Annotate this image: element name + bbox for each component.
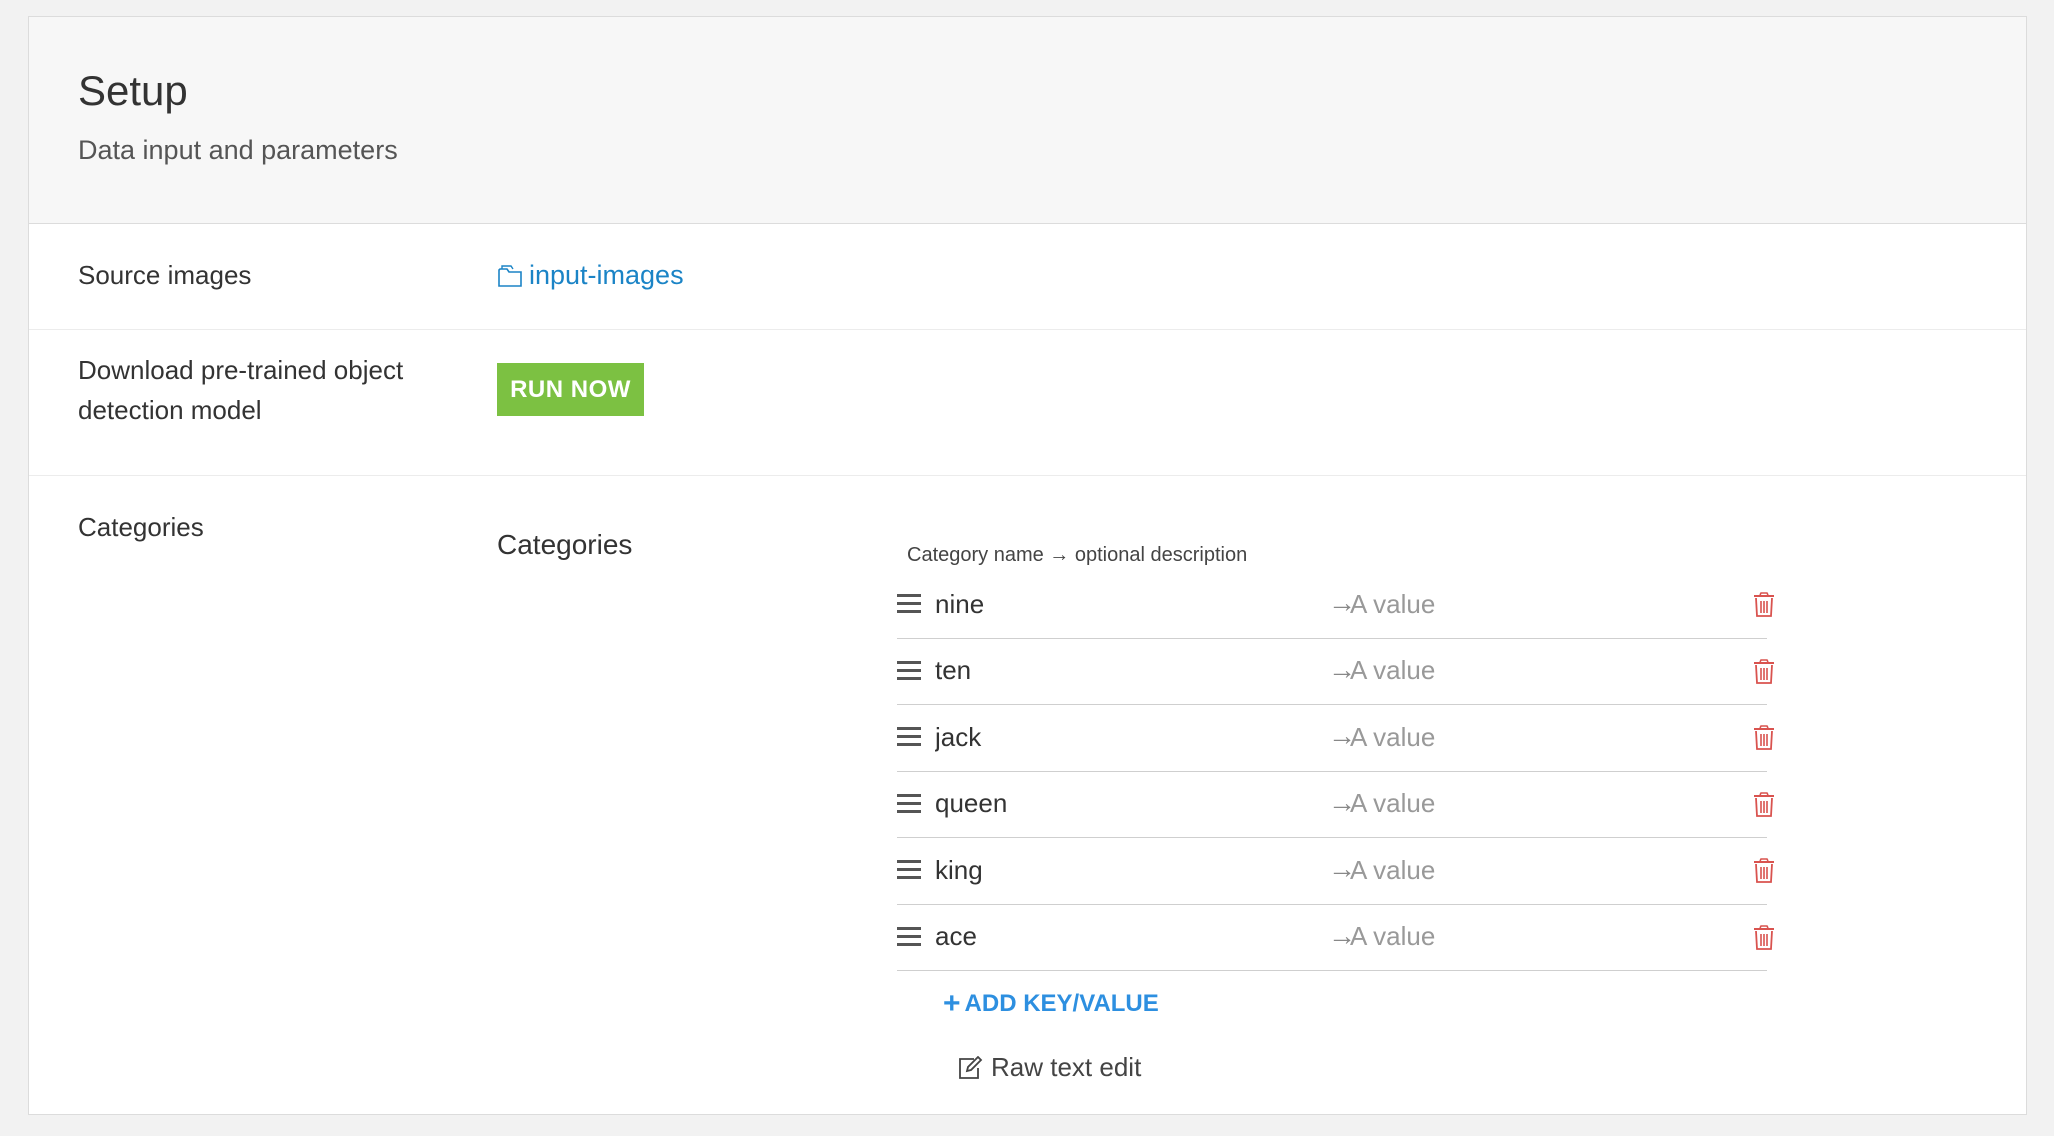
input-images-link[interactable]: input-images [497, 260, 684, 291]
trash-icon[interactable] [1753, 725, 1775, 751]
page-title: Setup [78, 67, 188, 114]
run-now-button[interactable]: RUN NOW [497, 363, 644, 416]
categories-label: Categories [78, 512, 204, 542]
source-images-label: Source images [78, 260, 252, 290]
category-value-input[interactable] [1350, 582, 1710, 626]
categories-row: Categories Categories Category name → op… [29, 476, 2026, 1116]
source-images-row: Source images input-images [29, 224, 2026, 330]
category-value-input[interactable] [1350, 848, 1710, 892]
key-value-row: → [897, 639, 1774, 705]
raw-text-edit-button[interactable]: Raw text edit [957, 1052, 1141, 1083]
key-value-row: → [897, 905, 1774, 971]
category-value-input[interactable] [1350, 715, 1710, 759]
download-model-label: Download pre-trained object detection mo… [78, 355, 404, 425]
key-value-row: → [897, 772, 1774, 838]
input-images-link-text: input-images [529, 260, 684, 290]
panel-header: Setup Data input and parameters [29, 17, 2026, 224]
drag-handle-icon[interactable] [897, 660, 921, 681]
drag-handle-icon[interactable] [897, 727, 921, 747]
trash-icon[interactable] [1753, 658, 1775, 685]
drag-handle-icon[interactable] [897, 594, 921, 614]
setup-panel: Setup Data input and parameters Source i… [28, 16, 2027, 1115]
category-key-input[interactable] [935, 781, 1275, 826]
page-subtitle: Data input and parameters [78, 135, 398, 165]
trash-icon[interactable] [1753, 791, 1775, 818]
raw-text-edit-label: Raw text edit [991, 1052, 1142, 1082]
drag-handle-icon[interactable] [897, 860, 921, 880]
drag-handle-icon[interactable] [897, 926, 921, 947]
download-model-row: Download pre-trained object detection mo… [29, 330, 2026, 476]
category-value-input[interactable] [1350, 648, 1710, 693]
add-key-value-button[interactable]: + ADD KEY/VALUE [943, 989, 1159, 1019]
categories-subheading: Categories [497, 529, 633, 560]
category-value-input[interactable] [1350, 914, 1710, 959]
key-value-row: → [897, 705, 1774, 772]
key-value-row: → [897, 838, 1774, 905]
edit-icon [959, 1055, 983, 1079]
category-key-input[interactable] [935, 648, 1275, 693]
key-value-caption: Category name → optional description [907, 544, 1248, 566]
category-key-input[interactable] [935, 582, 1275, 626]
category-key-input[interactable] [935, 848, 1275, 892]
add-key-value-label: ADD KEY/VALUE [964, 990, 1159, 1017]
category-key-input[interactable] [935, 914, 1275, 959]
category-value-input[interactable] [1350, 781, 1710, 826]
plus-icon: + [943, 987, 961, 1020]
trash-icon[interactable] [1753, 924, 1775, 951]
drag-handle-icon[interactable] [897, 793, 921, 814]
key-value-list: → → [897, 572, 1774, 971]
key-value-row: → [897, 572, 1774, 639]
trash-icon[interactable] [1753, 592, 1775, 618]
trash-icon[interactable] [1753, 858, 1775, 884]
folder-icon [498, 264, 522, 287]
category-key-input[interactable] [935, 715, 1275, 759]
